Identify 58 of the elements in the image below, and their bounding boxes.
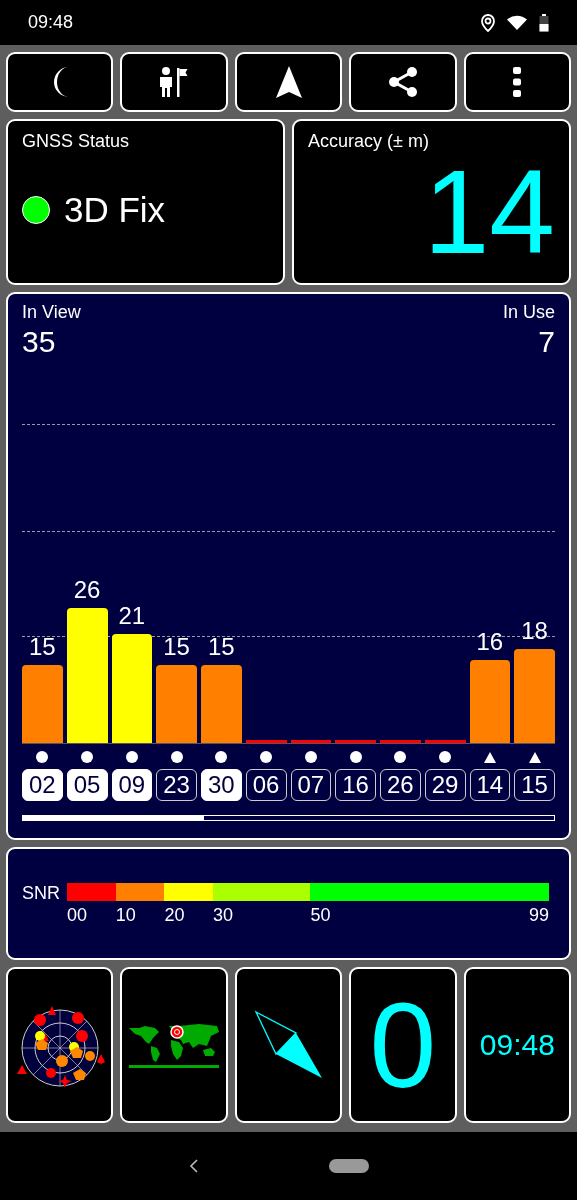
scroll-bar[interactable] bbox=[22, 815, 555, 821]
snr-tick-label: 50 bbox=[310, 905, 331, 926]
clock-time: 09:48 bbox=[479, 1028, 555, 1062]
speed-value: 0 bbox=[369, 990, 437, 1100]
snr-tick-label: 10 bbox=[115, 905, 136, 926]
snr-tick-label: 20 bbox=[164, 905, 185, 926]
satellite-id[interactable]: 14 bbox=[469, 769, 511, 801]
satellite-id[interactable]: 23 bbox=[156, 769, 197, 801]
share-icon bbox=[387, 67, 418, 97]
in-view-label: In View bbox=[22, 302, 81, 323]
card-title: GNSS Status bbox=[22, 131, 131, 152]
status-time: 09:48 bbox=[28, 12, 74, 33]
snr-value: 18 bbox=[521, 617, 548, 646]
snr-value: 15 bbox=[208, 633, 235, 661]
satellite-id[interactable]: 15 bbox=[514, 769, 555, 801]
snr-value: 21 bbox=[118, 601, 146, 630]
snr-value: 15 bbox=[163, 633, 190, 661]
navigate-button[interactable] bbox=[234, 52, 343, 112]
fix-status: 3D Fix bbox=[64, 190, 166, 230]
accuracy-value: 14 bbox=[423, 158, 555, 266]
sky-plot-tile[interactable] bbox=[6, 967, 114, 1123]
snr-value: 15 bbox=[29, 633, 56, 661]
compass-needle-icon bbox=[253, 1010, 324, 1080]
person-flag-icon bbox=[159, 66, 190, 98]
satellite-id[interactable]: 06 bbox=[245, 769, 287, 801]
guide-button[interactable] bbox=[120, 52, 228, 112]
in-use-label: In Use bbox=[502, 302, 555, 323]
snr-tick-label: 30 bbox=[213, 905, 234, 926]
snr-tick-label: 99 bbox=[529, 905, 549, 926]
world-map-tile[interactable] bbox=[120, 967, 228, 1123]
snr-tick-label: 00 bbox=[67, 905, 88, 926]
compass-tile[interactable] bbox=[234, 967, 343, 1123]
card-title: Accuracy (± m) bbox=[308, 131, 430, 152]
battery-icon bbox=[539, 13, 549, 32]
satellite-id[interactable]: 02 bbox=[22, 769, 63, 801]
night-mode-button[interactable] bbox=[6, 52, 114, 112]
satellite-id[interactable]: 07 bbox=[290, 769, 332, 801]
location-icon bbox=[481, 13, 495, 32]
share-button[interactable] bbox=[349, 52, 457, 112]
back-icon[interactable] bbox=[188, 1159, 199, 1173]
snr-label: SNR bbox=[22, 883, 60, 903]
more-menu-button[interactable] bbox=[463, 52, 572, 112]
satellite-id[interactable]: 16 bbox=[335, 769, 376, 801]
satellite-id[interactable]: 26 bbox=[380, 769, 421, 801]
satellite-id[interactable]: 05 bbox=[66, 769, 108, 801]
satellite-id[interactable]: 09 bbox=[111, 769, 153, 801]
in-view-count: 35 bbox=[22, 325, 57, 359]
snr-value: 16 bbox=[476, 627, 504, 656]
snr-value: 26 bbox=[73, 575, 101, 604]
more-options-icon bbox=[513, 67, 522, 97]
wifi-icon bbox=[507, 15, 527, 30]
satellite-id[interactable]: 29 bbox=[424, 769, 466, 801]
clock-tile[interactable]: 09:48 bbox=[463, 967, 572, 1123]
speed-tile[interactable]: 0 bbox=[349, 967, 457, 1123]
satellite-id[interactable]: 30 bbox=[201, 769, 242, 801]
home-button[interactable] bbox=[328, 1159, 369, 1173]
navigation-arrow-icon bbox=[275, 66, 302, 98]
in-use-count: 7 bbox=[538, 325, 555, 359]
